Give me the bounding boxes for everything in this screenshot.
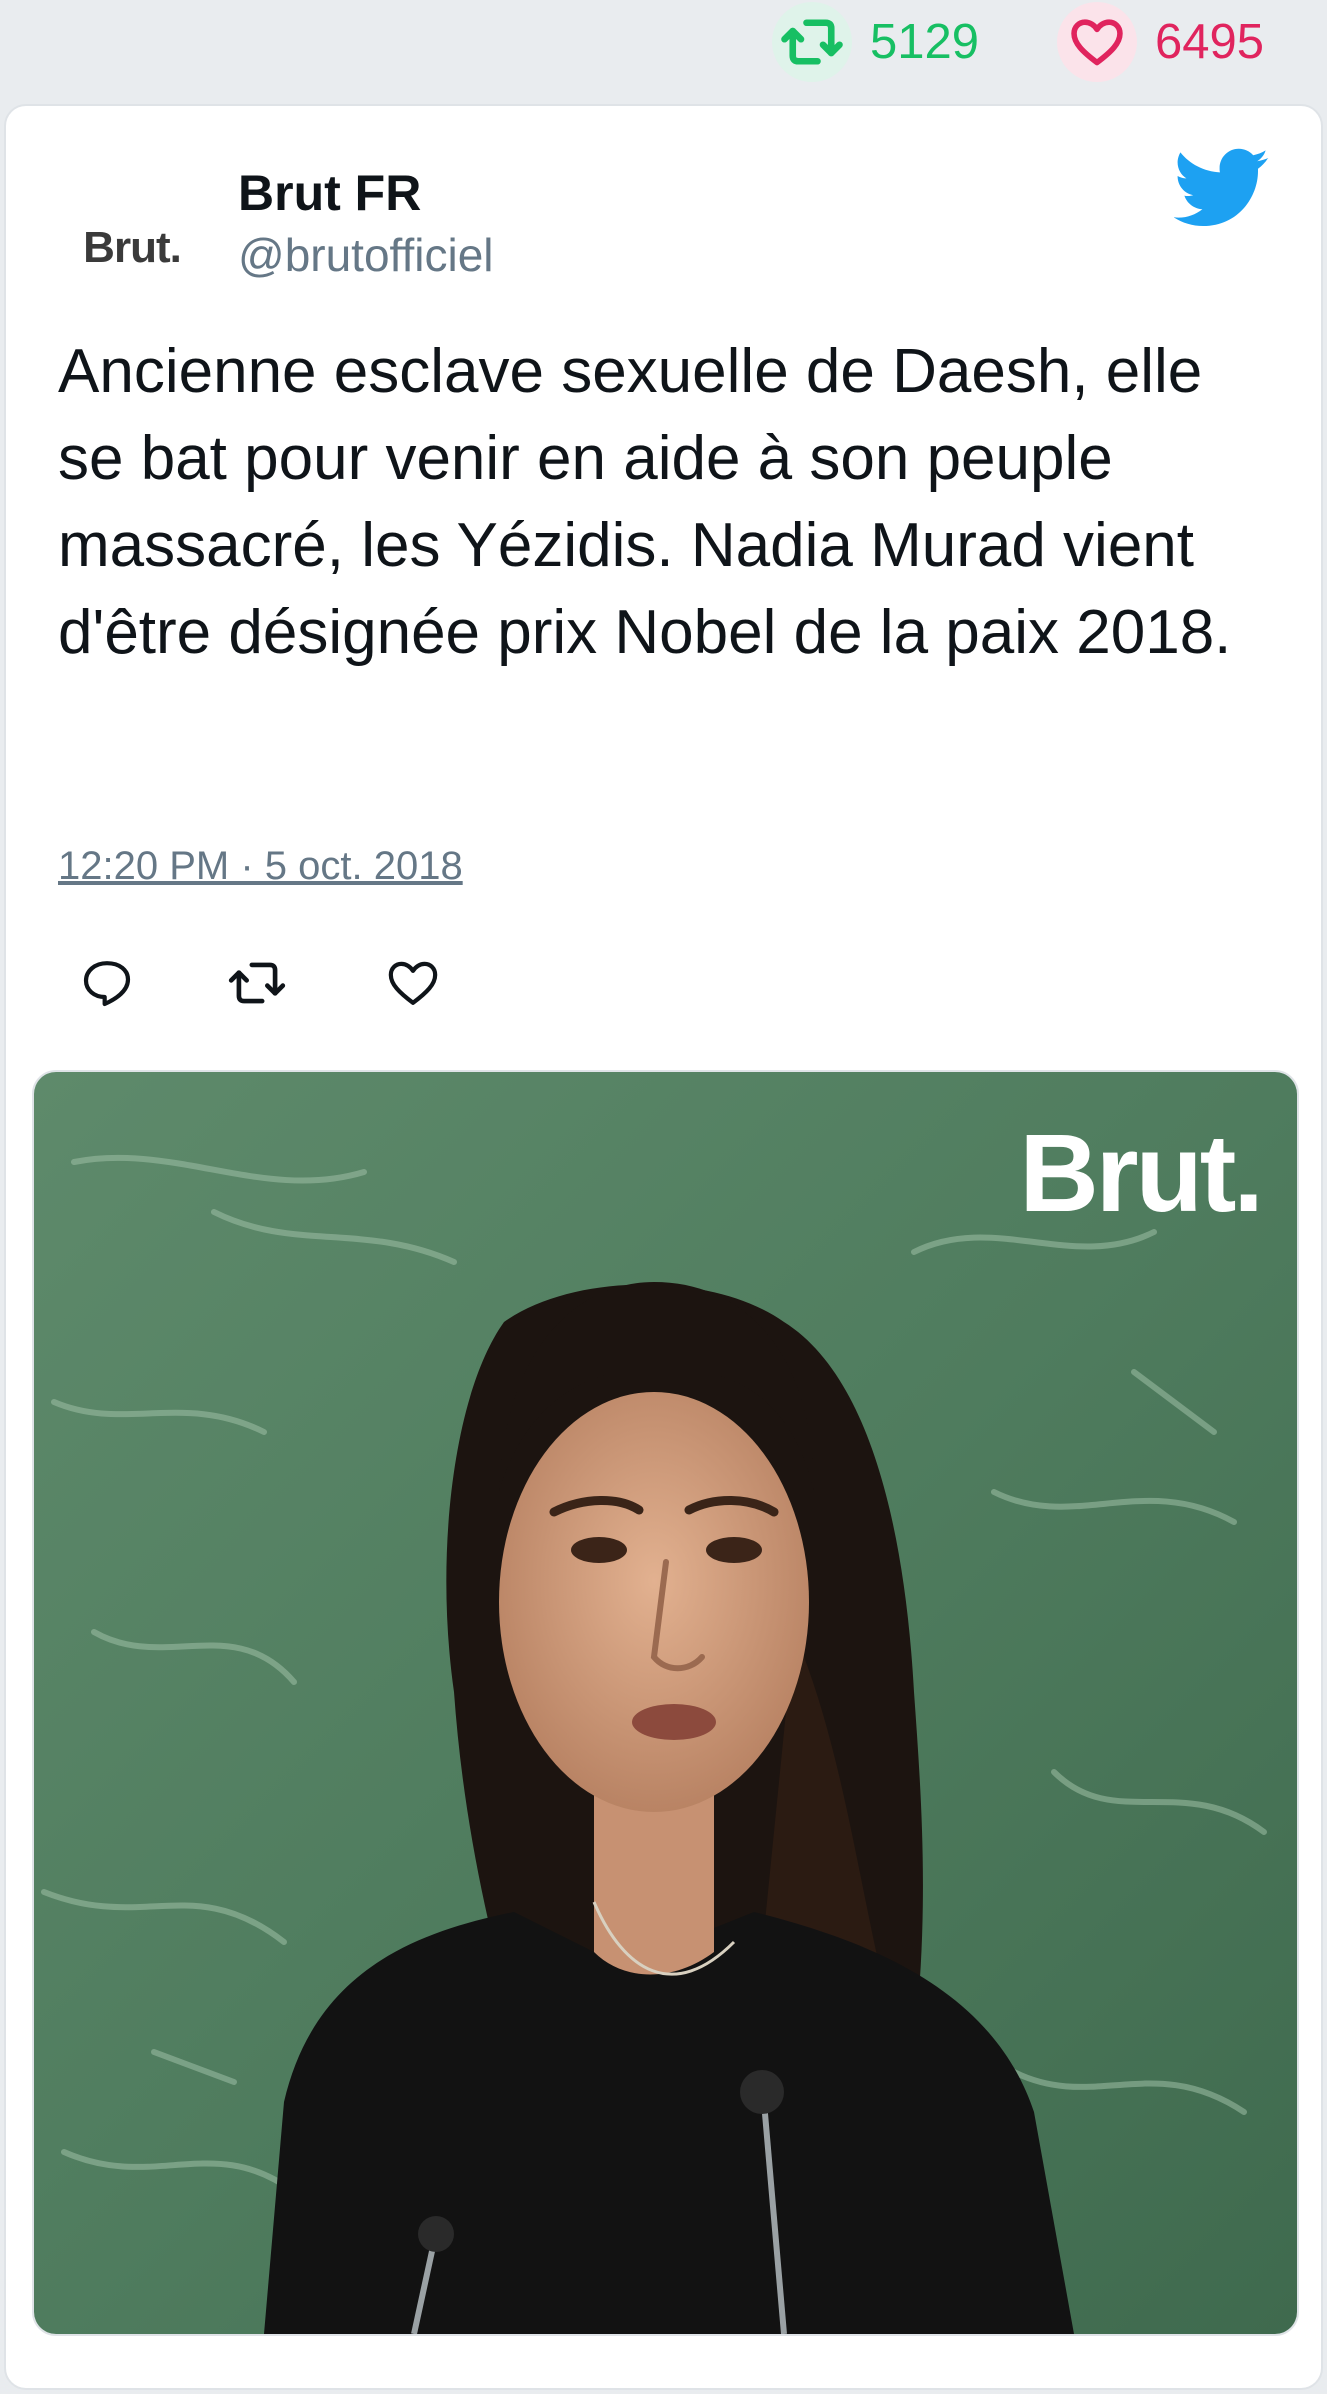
avatar[interactable]: Brut.: [62, 178, 202, 318]
retweet-action-icon[interactable]: [222, 948, 292, 1018]
retweet-count: 5129: [870, 15, 980, 69]
retweet-stat[interactable]: 5129: [772, 0, 979, 84]
avatar-logo: Brut.: [83, 223, 182, 272]
tweet-timestamp[interactable]: 12:20 PM · 5 oct. 2018: [58, 844, 463, 889]
tweet-card: Brut. Brut FR @brutofficiel Ancienne esc…: [4, 104, 1323, 2390]
like-count: 6495: [1155, 15, 1265, 69]
tweet-text: Ancienne esclave sexuelle de Daesh, elle…: [58, 337, 1232, 667]
user-handle[interactable]: @brutofficiel: [238, 228, 494, 282]
twitter-bird-icon[interactable]: [1173, 148, 1270, 232]
tweet-media-photo[interactable]: Brut.: [32, 1070, 1299, 2336]
like-stat[interactable]: 6495: [1057, 0, 1264, 84]
stats-bar: 5129 6495: [0, 0, 1327, 100]
brut-watermark: Brut.: [1019, 1112, 1264, 1235]
like-icon[interactable]: [378, 948, 448, 1018]
tweet-actions: [58, 948, 448, 1018]
reply-icon[interactable]: [72, 948, 142, 1018]
speaker-photo: [34, 1072, 1297, 2334]
display-name[interactable]: Brut FR: [238, 164, 421, 222]
retweet-icon: [772, 2, 852, 82]
heart-icon: [1057, 2, 1137, 82]
